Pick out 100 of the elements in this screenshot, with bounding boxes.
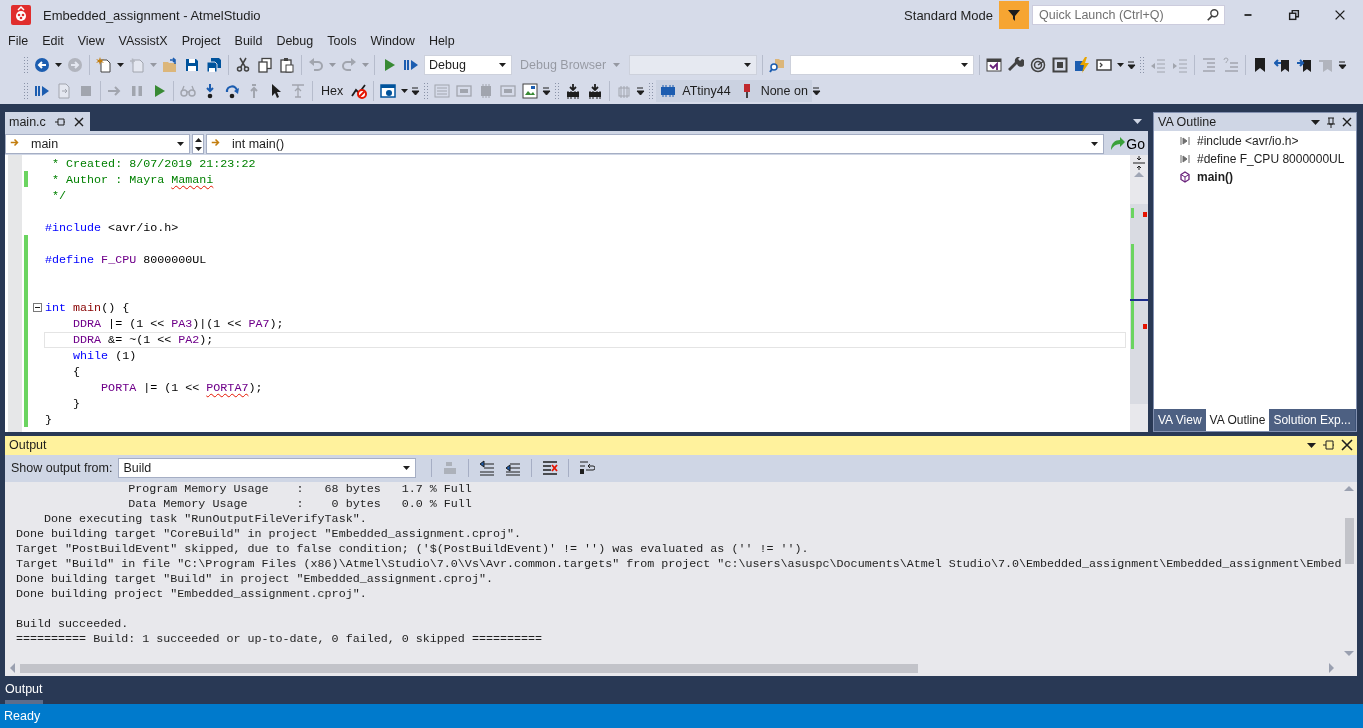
play-bars-icon[interactable] [34,83,50,99]
output-line: ========== Build: 1 succeeded or up-to-date, 0 failed, 0 skipped ========== [16,631,544,647]
panel-tab[interactable]: VA Outline [1205,408,1270,431]
split-icon [1132,155,1146,171]
up-arrow-icon [1134,171,1144,178]
pin-button[interactable] [53,116,66,127]
play-bars-icon[interactable] [403,57,419,73]
code-line: DDRA &= ~(1 << PA2); [44,332,1126,348]
dial-icon[interactable] [1030,57,1047,73]
code-line: } [72,396,82,412]
terminal-icon[interactable] [1096,57,1113,73]
menu-item[interactable]: Help [421,31,462,51]
search-icon [1206,8,1220,22]
dropdown-icon[interactable] [1311,119,1320,125]
output-source-dropdown[interactable]: Build [118,458,417,479]
bookmark-arrow-icon[interactable] [1274,57,1291,73]
caret-icon [612,61,622,69]
mode-label: Standard Mode [904,7,993,23]
caret-icon [402,464,412,473]
output-line: Program Memory Usage : 68 bytes 1.7 % Full [127,481,473,497]
filter-icon [1006,7,1022,23]
window-title: Embedded_assignment - AtmelStudio [43,7,262,23]
quick-launch-field[interactable]: Quick Launch (Ctrl+Q) [1032,5,1225,25]
member-dropdown[interactable]: int main() [206,134,1105,154]
down-arrow-icon [1344,650,1354,657]
dropdown-icon[interactable] [1133,119,1142,124]
tool-button[interactable]: None on [734,80,812,102]
close-button[interactable] [73,116,84,127]
chip-icon [660,83,677,99]
output-line: Done building target "CoreBuild" in project "Embedded_assignment.cproj". [16,526,522,542]
scope-dropdown[interactable]: main [5,134,190,154]
collapse-icon[interactable] [32,302,42,312]
step-over-icon[interactable] [224,83,240,99]
menu-item[interactable]: Build [227,31,270,51]
curved-arrow-icon [1109,136,1126,152]
menu-item[interactable]: VAssistX [111,31,175,51]
toolbar-button[interactable]: Hex [316,80,349,102]
spin-buttons[interactable] [192,134,204,154]
chip-download-icon[interactable] [565,83,582,99]
outline-item[interactable]: #define F_CPU 8000000UL [1197,152,1345,166]
chip-download-icon[interactable] [587,83,604,99]
output-line: Done building project "Embedded_assignment.cproj". [16,586,368,602]
cut-icon[interactable] [235,57,251,73]
next-message-icon[interactable] [505,460,522,477]
code-line: * Author : Mayra Mamani [51,172,215,188]
outline-item[interactable]: #include <avr/io.h> [1197,134,1299,148]
configuration-dropdown[interactable]: Debug [424,55,512,75]
outline-item[interactable]: main() [1197,170,1233,184]
lightning-icon[interactable] [1074,57,1091,73]
menu-item[interactable]: Window [363,31,422,51]
folder-icon[interactable] [162,57,178,73]
output-line: Done building target "Build" in project "Embedded_assignment.cproj". [16,571,494,587]
window-icon[interactable] [986,57,1003,73]
panel-tab[interactable]: Solution Exp... [1269,408,1355,431]
window-icon[interactable] [380,83,397,99]
chart-stop-icon[interactable] [351,83,368,99]
code-line: DDRA |= (1 << PA3)|(1 << PA7); [72,316,285,332]
image-window-icon[interactable] [522,83,539,99]
left-arrow-icon [9,663,16,673]
vertical-scrollbar[interactable] [1130,155,1148,432]
caret-icon [498,61,507,69]
menu-item[interactable]: View [70,31,112,51]
field-label: Show output from: [11,461,113,476]
app-logo [11,5,31,25]
scroll-thumb[interactable] [1344,517,1354,564]
device-button[interactable]: ATtiny44 [656,80,735,102]
paste-icon[interactable] [279,57,295,73]
caret-icon [176,140,185,148]
frame-icon[interactable] [1052,57,1069,73]
dropdown-icon[interactable] [1307,442,1316,448]
close-icon[interactable] [1342,117,1352,127]
caret-icon [1090,140,1100,148]
clear-all-icon[interactable] [542,460,559,477]
menu-item[interactable]: Tools [320,31,364,51]
save-all-icon[interactable] [206,57,222,73]
code-line: } [44,412,53,428]
folder-search-icon[interactable] [769,57,786,73]
close-icon[interactable] [1341,439,1353,452]
output-line: Data Memory Usage : 0 bytes 0.0 % Full [127,496,473,512]
pin-icon[interactable] [1322,439,1335,452]
filter-button[interactable] [999,1,1029,29]
wrench-icon[interactable] [1008,57,1025,73]
menu-item[interactable]: File [1,31,36,51]
panel-tab[interactable]: VA View [1154,408,1206,431]
bookmark-arrow-icon[interactable] [1296,57,1313,73]
directive-icon [1180,135,1190,147]
restore-icon [1287,8,1301,22]
menu-item[interactable]: Debug [269,31,321,51]
save-icon[interactable] [184,57,200,73]
previous-message-icon[interactable] [479,460,496,477]
copy-icon[interactable] [257,57,273,73]
status-text: Ready [4,709,41,723]
code-line: * Created: 8/07/2019 21:23:22 [51,156,257,172]
document-tab[interactable]: main.c [5,112,90,131]
menu-item[interactable]: Edit [35,31,71,51]
scroll-thumb[interactable] [20,663,918,673]
word-wrap-icon[interactable] [579,460,596,477]
output-line: Done executing task "RunOutputFileVerifyTask". [43,511,368,527]
menu-item[interactable]: Project [174,31,228,51]
pin-icon[interactable] [1326,116,1336,128]
